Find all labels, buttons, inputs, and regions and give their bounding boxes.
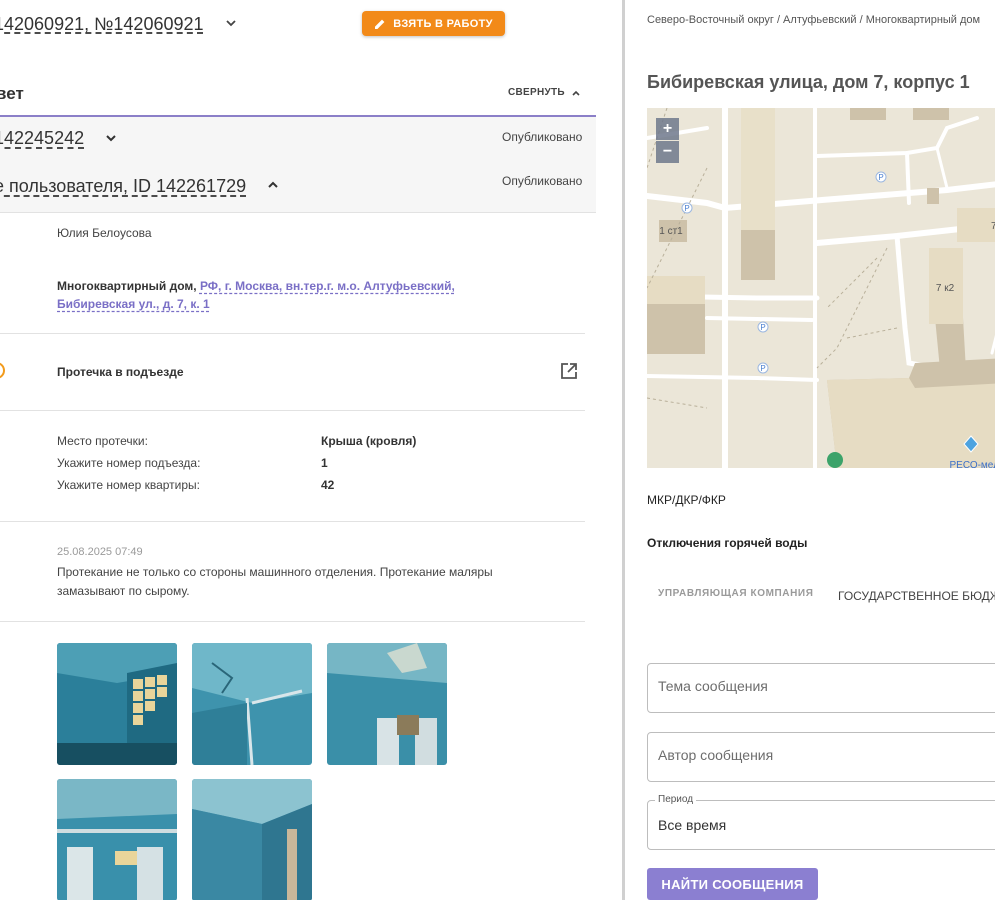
chevron-up-icon — [572, 90, 580, 96]
photo-thumbnail[interactable] — [192, 643, 312, 765]
map-building-label: 1 ст1 — [659, 226, 683, 237]
field-label: Укажите номер квартиры: — [57, 478, 201, 492]
map-building-label: 7 к2 — [936, 283, 955, 294]
field-label: Место протечки: — [57, 434, 148, 448]
comment-text: Протекание не только со стороны машинног… — [57, 565, 493, 598]
status-badge: Опубликовано — [502, 174, 583, 188]
divider — [0, 333, 585, 334]
author-field — [647, 732, 995, 782]
topic-input[interactable] — [658, 678, 988, 694]
field-value: 42 — [321, 478, 335, 492]
appeal-panel: 142060921, №142060921 ВЗЯТЬ В РАБОТУ вет… — [0, 0, 622, 900]
zoom-out-button[interactable]: − — [656, 141, 679, 163]
map-zoom-controls: + − — [656, 118, 679, 164]
parking-icon: P — [760, 364, 765, 373]
photo-thumbnail[interactable] — [192, 779, 312, 900]
appeal-number[interactable]: 142060921, №142060921 — [0, 14, 204, 35]
find-messages-button[interactable]: НАЙТИ СООБЩЕНИЯ — [647, 868, 818, 900]
chevron-up-icon[interactable] — [266, 178, 280, 192]
period-value: Все время — [658, 817, 727, 833]
topic-field — [647, 663, 995, 713]
map-poi-label: РЕСО-мед — [949, 460, 995, 468]
management-company-label: УПРАВЛЯЮЩАЯ КОМПАНИЯ — [658, 588, 814, 599]
breadcrumb: Северо-Восточный округ / Алтуфьевский / … — [647, 14, 981, 26]
related-item-user[interactable]: е пользователя, ID 142261729 — [0, 176, 246, 197]
photo-thumbnail[interactable] — [57, 643, 177, 765]
divider — [0, 521, 585, 522]
divider — [0, 621, 585, 622]
chevron-down-icon[interactable] — [104, 131, 118, 145]
zoom-in-button[interactable]: + — [656, 118, 679, 140]
collapse-label: СВЕРНУТЬ — [508, 87, 565, 98]
status-badge: Опубликовано — [502, 130, 583, 144]
related-item-id[interactable]: 142245242 — [0, 128, 84, 149]
take-to-work-label: ВЗЯТЬ В РАБОТУ — [393, 17, 493, 30]
author-name: Юлия Белоусова — [57, 226, 152, 240]
hot-water-label: Отключения горячей воды — [647, 536, 808, 550]
pencil-icon — [375, 19, 385, 29]
period-label: Период — [655, 794, 697, 805]
parking-icon: P — [878, 173, 883, 182]
divider — [0, 410, 585, 411]
status-circle-icon — [0, 362, 5, 379]
map-view[interactable]: 1 ст1 7 к2 7 РЕСО-мед P P P P — [647, 108, 995, 468]
photo-thumbnail[interactable] — [57, 779, 177, 900]
author-input[interactable] — [658, 747, 988, 763]
comment-date: 25.08.2025 07:49 — [57, 546, 143, 558]
parking-icon: P — [684, 204, 689, 213]
chevron-down-icon[interactable] — [224, 16, 238, 30]
category-label: МКР/ДКР/ФКР — [647, 493, 726, 507]
photo-thumbnail[interactable] — [327, 643, 447, 765]
object-address: Многоквартирный дом, РФ, г. Москва, вн.т… — [57, 277, 477, 313]
open-in-new-icon[interactable] — [560, 362, 578, 380]
take-to-work-button[interactable]: ВЗЯТЬ В РАБОТУ — [362, 11, 505, 36]
parking-icon: P — [760, 323, 765, 332]
field-label: Укажите номер подъезда: — [57, 456, 201, 470]
collapse-button[interactable]: СВЕРНУТЬ — [508, 87, 581, 98]
section-title: вет — [0, 84, 24, 103]
page-title: Бибиревская улица, дом 7, корпус 1 — [647, 72, 970, 92]
problem-title: Протечка в подъезде — [57, 365, 184, 379]
object-type: Многоквартирный дом, — [57, 279, 200, 293]
map-building-label: 7 — [991, 221, 995, 232]
object-panel: Северо-Восточный округ / Алтуфьевский / … — [625, 0, 995, 900]
period-select[interactable]: Период Все время — [647, 794, 995, 850]
field-value: 1 — [321, 456, 328, 470]
management-company-value: ГОСУДАРСТВЕННОЕ БЮДЖ АЛТУФЬЕВСКОГО РАЙОН… — [838, 589, 995, 603]
field-value: Крыша (кровля) — [321, 434, 417, 448]
